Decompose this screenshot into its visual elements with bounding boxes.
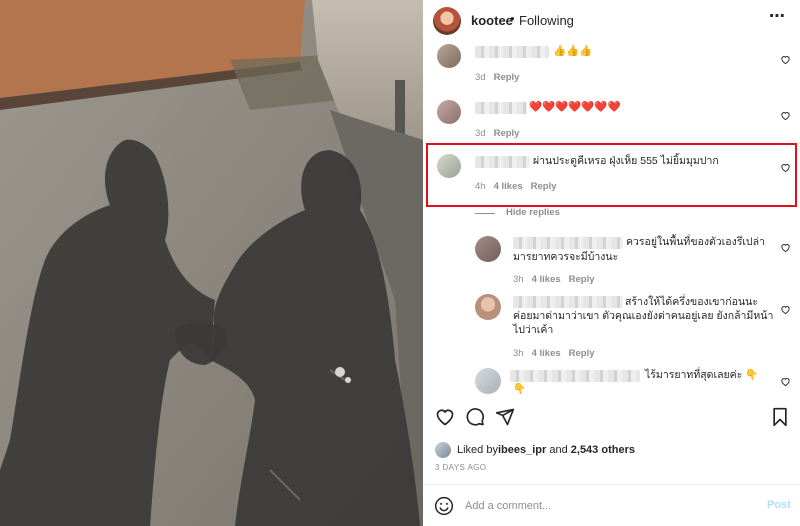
reply-time: 3h: [513, 274, 524, 285]
comment-meta: 3d Reply: [475, 72, 527, 83]
reply-link[interactable]: Reply: [494, 128, 520, 139]
blurred-username: [475, 46, 549, 58]
reply-likes[interactable]: 4 likes: [532, 274, 561, 285]
post-photo[interactable]: [0, 0, 423, 526]
reply-text-line: 👇: [513, 383, 527, 395]
hide-replies-button[interactable]: Hide replies: [506, 207, 560, 218]
comment-time: 3d: [475, 128, 486, 139]
likes-middle: and: [546, 444, 571, 456]
blurred-username: [513, 296, 623, 308]
like-reply-heart-icon[interactable]: [780, 376, 791, 387]
comment-likes[interactable]: 4 likes: [494, 181, 523, 192]
reply-text-line: ไร้มารยาทที่สุดเลยค่ะ 👇: [645, 369, 759, 381]
comment-text: 👍👍👍: [553, 45, 593, 57]
reply-text-line: ไปว่าเค้า: [513, 324, 554, 336]
reply-link[interactable]: Reply: [531, 181, 557, 192]
reply-link[interactable]: Reply: [569, 274, 595, 285]
likes-summary: Liked by ibees_ipr and 2,543 others: [435, 441, 635, 459]
post-header: kootee • Following ⋯: [423, 0, 800, 40]
reply-likes[interactable]: 4 likes: [532, 348, 561, 359]
author-avatar[interactable]: [433, 7, 461, 35]
reply-text-line: มารยาทควรจะมีบ้างนะ: [513, 251, 619, 263]
like-reply-heart-icon[interactable]: [780, 304, 791, 315]
replier-avatar[interactable]: [475, 368, 501, 394]
comment-meta: 3d Reply: [475, 128, 527, 139]
share-send-icon[interactable]: [495, 407, 515, 427]
reply-meta: 3h 4 likes Reply: [513, 274, 603, 285]
more-options-icon[interactable]: ⋯: [769, 9, 787, 28]
reply-link[interactable]: Reply: [569, 348, 595, 359]
like-comment-heart-icon[interactable]: [780, 162, 791, 173]
comment-time: 4h: [475, 181, 486, 192]
comment-text: ❤️❤️❤️❤️❤️❤️❤️: [529, 101, 621, 113]
reply-link[interactable]: Reply: [494, 72, 520, 83]
like-comment-heart-icon[interactable]: [780, 110, 791, 121]
like-comment-heart-icon[interactable]: [780, 54, 791, 65]
replier-avatar[interactable]: [475, 236, 501, 262]
add-comment-bar: Post: [423, 485, 800, 526]
instagram-post-window: kootee • Following ⋯ 👍👍👍 3d Reply ❤️❤️❤️❤…: [0, 0, 800, 526]
reply-meta: 3h 4 likes Reply: [513, 348, 603, 359]
comment-time: 3d: [475, 72, 486, 83]
liker-avatar[interactable]: [435, 442, 451, 458]
comment-bubble-icon[interactable]: [465, 407, 485, 427]
comment-item: 👍👍👍 3d Reply: [423, 40, 800, 88]
commenter-avatar[interactable]: [437, 100, 461, 124]
reply-time: 3h: [513, 348, 524, 359]
post-side-panel: kootee • Following ⋯ 👍👍👍 3d Reply ❤️❤️❤️❤…: [423, 0, 800, 526]
post-actions-bar: [423, 405, 800, 433]
reply-item: สร้างให้ได้ครึ่งของเขาก่อนนะ ค่อยมาด่ามา…: [423, 294, 800, 368]
comments-list[interactable]: 👍👍👍 3d Reply ❤️❤️❤️❤️❤️❤️❤️ 3d Reply ผ่า…: [423, 40, 800, 398]
comment-text: ผ่านประตูคีเหรอ ฝุ่งเห็ย 555 ไม่ยิ้มมุมป…: [533, 155, 719, 167]
shadow-photo-image: [0, 0, 423, 526]
comment-item: ❤️❤️❤️❤️❤️❤️❤️ 3d Reply: [423, 96, 800, 144]
comment-item-highlighted: ผ่านประตูคีเหรอ ฝุ่งเห็ย 555 ไม่ยิ้มมุมป…: [423, 148, 800, 204]
commenter-avatar[interactable]: [437, 154, 461, 178]
blurred-username: [475, 102, 527, 114]
add-comment-input[interactable]: [465, 497, 755, 515]
save-bookmark-icon[interactable]: [771, 407, 789, 427]
reply-text-line: ควรอยู่ในพื้นที่ของตัวเองรึเปล่า: [626, 236, 765, 248]
reply-item: ไร้มารยาทที่สุดเลยค่ะ 👇 👇: [423, 366, 800, 398]
blurred-username: [513, 237, 623, 249]
author-username[interactable]: kootee: [471, 13, 513, 28]
likes-prefix: Liked by: [457, 444, 498, 456]
commenter-avatar[interactable]: [437, 44, 461, 68]
post-comment-button[interactable]: Post: [767, 499, 791, 511]
like-reply-heart-icon[interactable]: [780, 242, 791, 253]
comment-meta: 4h 4 likes Reply: [475, 181, 565, 192]
blurred-username: [475, 156, 530, 168]
following-button[interactable]: Following: [519, 13, 574, 28]
like-heart-icon[interactable]: [435, 407, 455, 427]
emoji-smiley-icon[interactable]: [434, 496, 454, 516]
post-date: 3 DAYS AGO: [435, 463, 487, 472]
header-separator: •: [510, 11, 515, 26]
replies-divider: [475, 213, 495, 214]
replier-avatar[interactable]: [475, 294, 501, 320]
blurred-username: [510, 370, 640, 382]
likes-count[interactable]: 2,543 others: [571, 444, 635, 456]
reply-item: ควรอยู่ในพื้นที่ของตัวเองรึเปล่า มารยาทค…: [423, 232, 800, 294]
liker-username[interactable]: ibees_ipr: [498, 444, 546, 456]
